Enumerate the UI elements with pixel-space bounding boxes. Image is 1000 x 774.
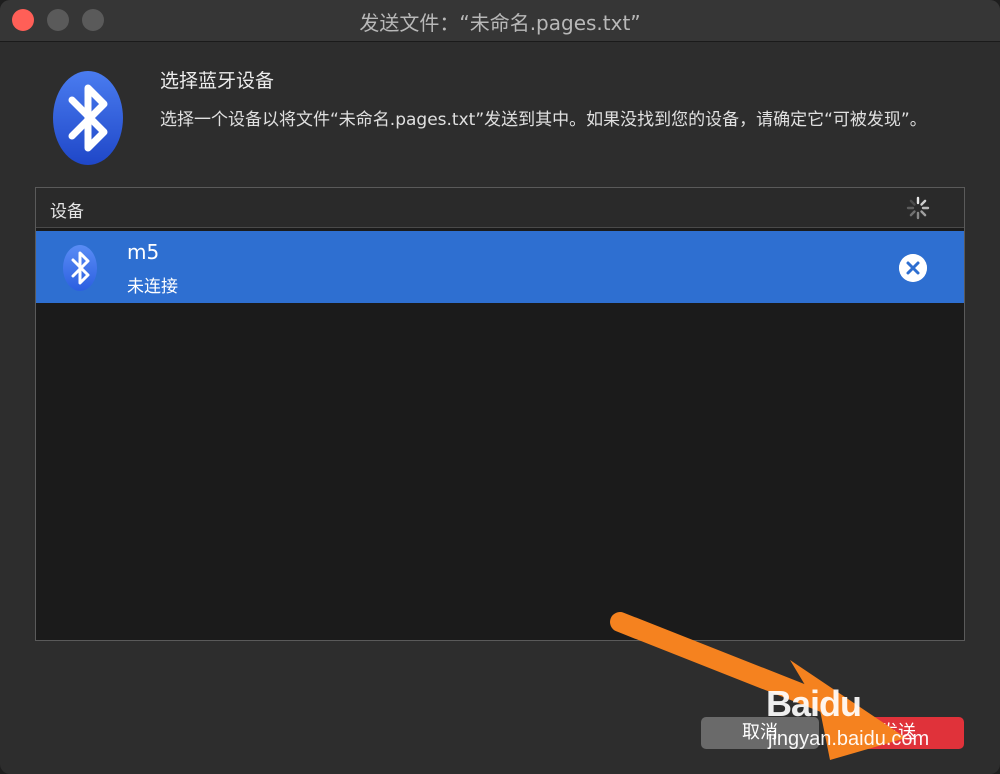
device-name: m5	[127, 240, 160, 264]
dialog-description: 选择一个设备以将文件“未命名.pages.txt”发送到其中。如果没找到您的设备…	[160, 110, 927, 130]
window-title: 发送文件：“未命名.pages.txt”	[359, 11, 641, 35]
baidu-watermark-logo: Baidu	[766, 683, 862, 724]
remove-device-icon[interactable]	[899, 254, 927, 282]
device-list: 设备 m5 未连接	[35, 187, 965, 641]
bluetooth-icon	[63, 245, 97, 291]
devices-column-label: 设备	[50, 202, 84, 222]
device-status: 未连接	[127, 277, 178, 297]
baidu-watermark-url: jingyan.baidu.com	[768, 728, 930, 750]
dialog-heading: 选择蓝牙设备	[160, 70, 275, 92]
bluetooth-logo-icon	[53, 71, 123, 165]
loading-spinner-icon	[906, 196, 930, 220]
send-file-dialog: 发送文件：“未命名.pages.txt” 选择蓝牙设备 选择一个设备以将文件“未…	[0, 0, 1000, 774]
title-bar: 发送文件：“未命名.pages.txt”	[0, 0, 1000, 42]
device-list-header: 设备	[36, 188, 964, 228]
device-row-m5[interactable]: m5 未连接	[36, 231, 964, 303]
